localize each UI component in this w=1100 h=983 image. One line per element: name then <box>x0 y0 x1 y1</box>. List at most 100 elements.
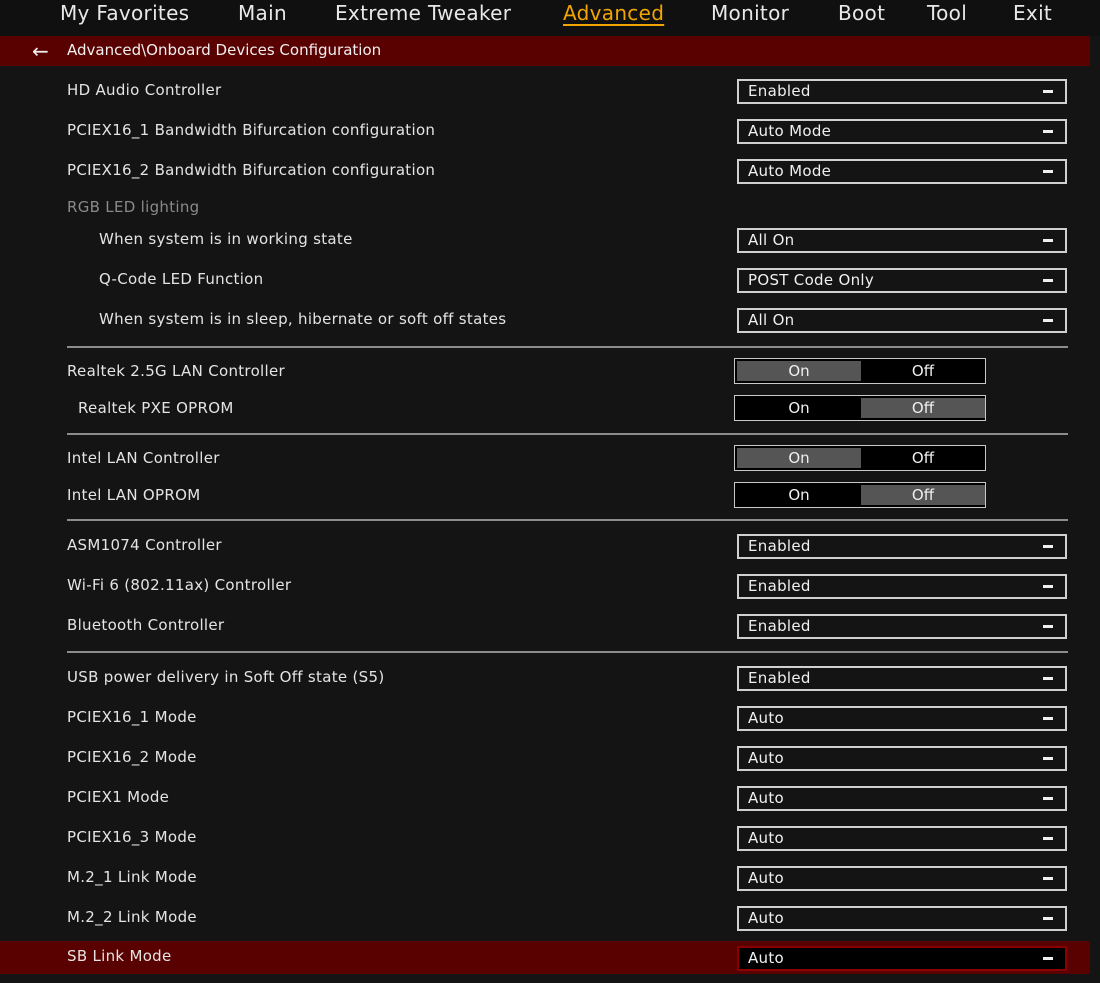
setting-label: Intel LAN Controller <box>67 449 220 467</box>
setting-label: Q-Code LED Function <box>99 270 264 288</box>
setting-row-sb-link[interactable]: SB Link Mode Auto <box>0 941 1090 974</box>
realtek-lan-toggle[interactable]: On Off <box>734 358 986 384</box>
toggle-on-option[interactable]: On <box>737 396 861 420</box>
toggle-on-option[interactable]: On <box>737 361 861 381</box>
dropdown-value: POST Code Only <box>748 271 875 289</box>
pciex16-2-bifurcation-dropdown[interactable]: Auto Mode <box>737 159 1067 184</box>
dropdown-arrow-icon <box>1043 957 1053 960</box>
setting-label: PCIEX16_1 Mode <box>67 708 197 726</box>
tab-boot[interactable]: Boot <box>838 1 885 25</box>
tab-exit[interactable]: Exit <box>1013 1 1052 25</box>
toggle-on-option[interactable]: On <box>737 448 861 468</box>
usb-power-s5-dropdown[interactable]: Enabled <box>737 666 1067 691</box>
setting-label: When system is in sleep, hibernate or so… <box>99 310 507 328</box>
dropdown-value: Auto <box>748 709 785 727</box>
setting-label: PCIEX16_2 Bandwidth Bifurcation configur… <box>67 161 436 179</box>
pciex16-1-mode-dropdown[interactable]: Auto <box>737 706 1067 731</box>
tab-tool[interactable]: Tool <box>927 1 967 25</box>
tab-advanced[interactable]: Advanced <box>563 1 664 25</box>
setting-row-pciex16-1-mode: PCIEX16_1 Mode Auto <box>0 699 1090 739</box>
section-divider <box>67 519 1068 521</box>
dropdown-arrow-icon <box>1043 130 1053 133</box>
dropdown-value: All On <box>748 311 795 329</box>
dropdown-arrow-icon <box>1043 239 1053 242</box>
breadcrumb-path: Advanced\Onboard Devices Configuration <box>67 41 382 59</box>
realtek-pxe-toggle[interactable]: On Off <box>734 395 986 421</box>
pciex1-mode-dropdown[interactable]: Auto <box>737 786 1067 811</box>
intel-oprom-toggle[interactable]: On Off <box>734 482 986 508</box>
setting-row-sleep-state: When system is in sleep, hibernate or so… <box>0 301 1090 341</box>
qcode-led-dropdown[interactable]: POST Code Only <box>737 268 1067 293</box>
setting-label: M.2_2 Link Mode <box>67 908 197 926</box>
wifi6-dropdown[interactable]: Enabled <box>737 574 1067 599</box>
toggle-off-option[interactable]: Off <box>861 359 985 383</box>
top-navigation: My Favorites Main Extreme Tweaker Advanc… <box>0 0 1100 36</box>
dropdown-value: Enabled <box>748 82 811 100</box>
dropdown-arrow-icon <box>1043 757 1053 760</box>
working-state-dropdown[interactable]: All On <box>737 228 1067 253</box>
toggle-on-option[interactable]: On <box>737 483 861 507</box>
sb-link-dropdown[interactable]: Auto <box>737 946 1067 971</box>
setting-row-realtek-lan: Realtek 2.5G LAN Controller On Off <box>0 353 1090 393</box>
pciex16-1-bifurcation-dropdown[interactable]: Auto Mode <box>737 119 1067 144</box>
setting-row-realtek-pxe: Realtek PXE OPROM On Off <box>0 390 1090 430</box>
setting-row-pciex16-2-bifurcation: PCIEX16_2 Bandwidth Bifurcation configur… <box>0 152 1090 192</box>
dropdown-value: Enabled <box>748 577 811 595</box>
toggle-off-option[interactable]: Off <box>861 485 985 505</box>
group-heading: RGB LED lighting <box>67 198 200 216</box>
pciex16-2-mode-dropdown[interactable]: Auto <box>737 746 1067 771</box>
dropdown-value: Enabled <box>748 617 811 635</box>
setting-label: HD Audio Controller <box>67 81 222 99</box>
sleep-state-dropdown[interactable]: All On <box>737 308 1067 333</box>
bluetooth-dropdown[interactable]: Enabled <box>737 614 1067 639</box>
setting-row-m2-2-link: M.2_2 Link Mode Auto <box>0 899 1090 939</box>
section-divider <box>67 346 1068 348</box>
dropdown-arrow-icon <box>1043 717 1053 720</box>
dropdown-arrow-icon <box>1043 585 1053 588</box>
setting-label: Intel LAN OPROM <box>67 486 201 504</box>
setting-label: SB Link Mode <box>67 947 172 965</box>
setting-row-pciex16-3-mode: PCIEX16_3 Mode Auto <box>0 819 1090 859</box>
setting-label: PCIEX16_2 Mode <box>67 748 197 766</box>
tab-monitor[interactable]: Monitor <box>711 1 789 25</box>
dropdown-arrow-icon <box>1043 877 1053 880</box>
asm1074-dropdown[interactable]: Enabled <box>737 534 1067 559</box>
setting-row-intel-lan: Intel LAN Controller On Off <box>0 440 1090 480</box>
dropdown-value: Enabled <box>748 669 811 687</box>
dropdown-value: Auto <box>748 829 785 847</box>
dropdown-value: Auto Mode <box>748 162 832 180</box>
setting-label: When system is in working state <box>99 230 353 248</box>
tab-main[interactable]: Main <box>238 1 287 25</box>
setting-row-bluetooth: Bluetooth Controller Enabled <box>0 607 1090 647</box>
tab-my-favorites[interactable]: My Favorites <box>60 1 189 25</box>
toggle-off-option[interactable]: Off <box>861 446 985 470</box>
dropdown-arrow-icon <box>1043 797 1053 800</box>
pciex16-3-mode-dropdown[interactable]: Auto <box>737 826 1067 851</box>
dropdown-arrow-icon <box>1043 90 1053 93</box>
dropdown-value: Auto <box>748 909 785 927</box>
setting-row-qcode-led: Q-Code LED Function POST Code Only <box>0 261 1090 301</box>
m2-1-link-dropdown[interactable]: Auto <box>737 866 1067 891</box>
intel-lan-toggle[interactable]: On Off <box>734 445 986 471</box>
dropdown-arrow-icon <box>1043 545 1053 548</box>
toggle-off-option[interactable]: Off <box>861 398 985 418</box>
m2-2-link-dropdown[interactable]: Auto <box>737 906 1067 931</box>
setting-row-pciex16-1-bifurcation: PCIEX16_1 Bandwidth Bifurcation configur… <box>0 112 1090 152</box>
section-divider <box>67 651 1068 653</box>
setting-row-m2-1-link: M.2_1 Link Mode Auto <box>0 859 1090 899</box>
dropdown-arrow-icon <box>1043 917 1053 920</box>
setting-label: Bluetooth Controller <box>67 616 225 634</box>
tab-extreme-tweaker[interactable]: Extreme Tweaker <box>335 1 511 25</box>
setting-row-intel-oprom: Intel LAN OPROM On Off <box>0 477 1090 517</box>
setting-row-hd-audio: HD Audio Controller Enabled <box>0 72 1090 112</box>
dropdown-value: Auto <box>748 789 785 807</box>
setting-row-pciex16-2-mode: PCIEX16_2 Mode Auto <box>0 739 1090 779</box>
dropdown-value: Auto <box>748 869 785 887</box>
setting-label: PCIEX16_3 Mode <box>67 828 197 846</box>
dropdown-value: Auto <box>748 949 785 967</box>
setting-label: M.2_1 Link Mode <box>67 868 197 886</box>
dropdown-arrow-icon <box>1043 170 1053 173</box>
dropdown-value: Auto Mode <box>748 122 832 140</box>
arrow-left-icon[interactable]: ← <box>32 38 54 64</box>
hd-audio-dropdown[interactable]: Enabled <box>737 79 1067 104</box>
